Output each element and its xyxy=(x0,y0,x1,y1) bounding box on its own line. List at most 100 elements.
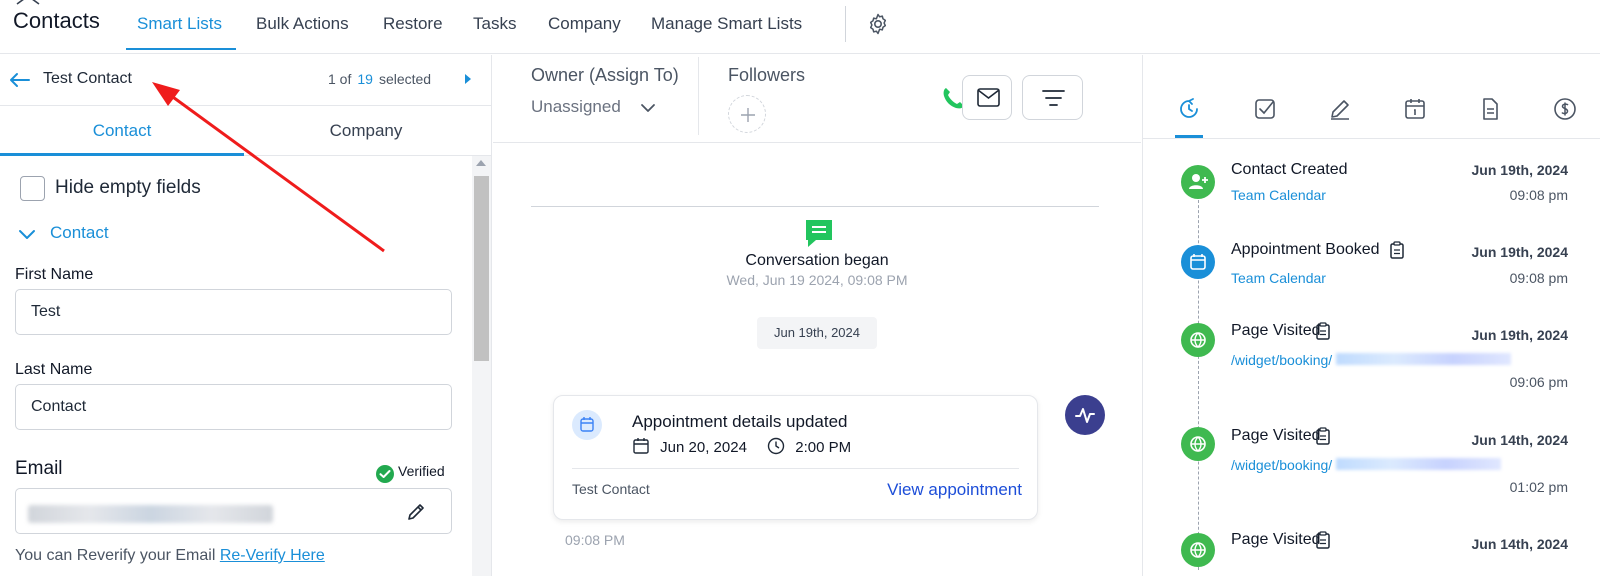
timeline-item-time: 09:08 pm xyxy=(1509,187,1568,203)
verified-check-icon xyxy=(376,465,394,483)
filter-button[interactable] xyxy=(1022,75,1083,120)
first-name-field[interactable]: Test xyxy=(15,289,452,335)
pencil-icon[interactable] xyxy=(406,502,426,522)
timeline-item-time: 01:02 pm xyxy=(1509,479,1568,495)
hide-empty-checkbox[interactable] xyxy=(20,176,45,201)
timeline-dot xyxy=(1181,427,1215,461)
appointment-card: Appointment details updated Jun 20, 2024… xyxy=(553,395,1038,520)
calendar-icon xyxy=(633,438,649,454)
nav-tab-restore[interactable]: Restore xyxy=(383,14,443,50)
clipboard-icon[interactable] xyxy=(1389,241,1405,259)
nav-tab-bulk-actions[interactable]: Bulk Actions xyxy=(256,14,349,50)
timeline-item-link[interactable]: /widget/booking/ xyxy=(1231,457,1332,473)
timeline-item-date: Jun 19th, 2024 xyxy=(1471,162,1569,178)
card-title: Appointment details updated xyxy=(632,412,848,431)
last-name-label: Last Name xyxy=(15,361,93,378)
calendar-icon[interactable] xyxy=(1403,97,1427,121)
left-tabs: Contact Company xyxy=(0,106,491,156)
timeline-item-link[interactable]: /widget/booking/ xyxy=(1231,352,1332,368)
email-button[interactable] xyxy=(962,75,1012,120)
timeline-item-time: 09:08 pm xyxy=(1509,270,1568,286)
contact-name: Test Contact xyxy=(43,70,132,87)
followers-label: Followers xyxy=(728,65,806,85)
email-redacted-value xyxy=(28,505,273,523)
calendar-icon xyxy=(1190,254,1206,270)
activity-panel: Contact Created Team Calendar Jun 19th, … xyxy=(1142,55,1600,576)
timeline-item-link[interactable]: Team Calendar xyxy=(1231,187,1326,203)
timeline-item-date: Jun 14th, 2024 xyxy=(1471,432,1569,448)
globe-icon xyxy=(1190,332,1206,348)
center-divider xyxy=(493,142,1141,143)
tab-contact[interactable]: Contact xyxy=(0,121,244,141)
task-check-icon[interactable] xyxy=(1253,97,1277,121)
nav-tab-company[interactable]: Company xyxy=(548,14,621,50)
card-divider xyxy=(572,468,1019,469)
conversation-divider xyxy=(531,206,1099,207)
chevron-down-icon[interactable] xyxy=(18,227,36,241)
scroll-up-icon[interactable] xyxy=(476,160,486,166)
conversation-began-title: Conversation began xyxy=(745,252,889,269)
timeline-dot xyxy=(1181,165,1215,199)
record-pager: 1 of 19 selected xyxy=(328,71,431,87)
envelope-icon xyxy=(977,88,1000,107)
owner-select[interactable]: Unassigned xyxy=(531,97,621,117)
timeline-item-time: 09:06 pm xyxy=(1509,374,1568,390)
timeline-item-date: Jun 14th, 2024 xyxy=(1471,536,1569,552)
document-icon[interactable] xyxy=(1478,97,1502,121)
conversation-began-date: Wed, Jun 19 2024, 09:08 PM xyxy=(726,272,908,288)
clipboard-icon[interactable] xyxy=(1315,427,1331,445)
owner-divider xyxy=(698,57,699,135)
calendar-icon xyxy=(580,417,594,432)
card-date: Jun 20, 2024 xyxy=(660,439,747,456)
redacted-url xyxy=(1336,353,1511,365)
back-arrow-icon[interactable] xyxy=(8,71,30,89)
hide-empty-label: Hide empty fields xyxy=(55,177,201,198)
tab-underline xyxy=(0,153,244,156)
first-name-label: First Name xyxy=(15,266,94,283)
date-chip: Jun 19th, 2024 xyxy=(757,317,877,349)
app-title: Contacts xyxy=(13,8,100,33)
redacted-url xyxy=(1336,458,1501,470)
activity-icon[interactable] xyxy=(1065,395,1105,435)
section-contact-toggle[interactable]: Contact xyxy=(50,223,109,243)
reverify-link[interactable]: Re-Verify Here xyxy=(220,547,325,564)
dollar-icon[interactable] xyxy=(1553,97,1577,121)
nav-tab-tasks[interactable]: Tasks xyxy=(473,14,516,50)
contact-details-panel: Test Contact 1 of 19 selected Contact Comp… xyxy=(0,55,492,576)
scrollbar-thumb[interactable] xyxy=(474,176,489,361)
timeline-item-title: Appointment Booked xyxy=(1231,241,1380,258)
timeline-item-title: Page Visited xyxy=(1231,322,1321,339)
pager-prefix: 1 of xyxy=(328,71,352,87)
next-record-icon[interactable] xyxy=(463,72,473,86)
nav-tab-smart-lists[interactable]: Smart Lists xyxy=(126,14,236,50)
history-icon[interactable] xyxy=(1177,97,1201,121)
activity-tabs xyxy=(1143,55,1600,139)
note-pencil-icon[interactable] xyxy=(1328,97,1352,121)
tab-company[interactable]: Company xyxy=(244,121,488,141)
email-verified-badge: Verified xyxy=(398,463,445,479)
top-nav: Contacts Smart Lists Bulk Actions Restor… xyxy=(0,0,1600,54)
clipboard-icon[interactable] xyxy=(1315,531,1331,549)
globe-icon xyxy=(1190,436,1206,452)
timeline-item-link[interactable]: Team Calendar xyxy=(1231,270,1326,286)
timeline-dot xyxy=(1181,323,1215,357)
chat-icon xyxy=(806,220,832,247)
conversation-panel: Owner (Assign To) Unassigned Followers C… xyxy=(493,55,1141,576)
card-calendar-badge xyxy=(572,410,602,440)
reverify-prefix: You can Reverify your Email xyxy=(15,547,216,564)
timeline-item-date: Jun 19th, 2024 xyxy=(1471,327,1569,343)
add-follower-button[interactable] xyxy=(728,95,766,133)
activity-tab-underline xyxy=(1175,135,1203,138)
gear-icon[interactable] xyxy=(866,12,890,36)
card-contact-name: Test Contact xyxy=(572,481,650,497)
card-meta: Jun 20, 2024 2:00 PM xyxy=(632,437,851,456)
view-appointment-link[interactable]: View appointment xyxy=(887,480,1022,500)
timeline-item-date: Jun 19th, 2024 xyxy=(1471,244,1569,260)
card-timestamp: 09:08 PM xyxy=(565,532,625,548)
chevron-down-icon[interactable] xyxy=(640,102,656,114)
clipboard-icon[interactable] xyxy=(1315,322,1331,340)
card-time: 2:00 PM xyxy=(795,439,852,456)
timeline-item-title: Page Visited xyxy=(1231,531,1321,548)
nav-tab-manage-smart-lists[interactable]: Manage Smart Lists xyxy=(651,14,802,50)
last-name-field[interactable]: Contact xyxy=(15,384,452,430)
